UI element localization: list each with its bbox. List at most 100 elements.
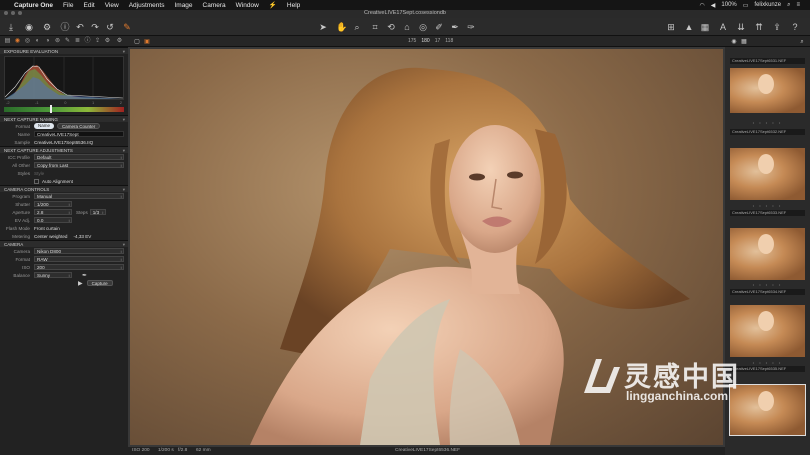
- user-name[interactable]: felixkunze: [754, 2, 781, 8]
- tab-batch-icon[interactable]: ⚙: [104, 38, 111, 45]
- next-capture-adjustments-header[interactable]: NEXT CAPTURE ADJUSTMENTS ▾: [0, 146, 128, 153]
- tab-capture-icon[interactable]: ◉: [14, 38, 21, 45]
- live-view-icon[interactable]: ▶: [78, 280, 83, 287]
- shutter-select[interactable]: 1/200: [34, 201, 72, 207]
- undo-icon[interactable]: ↶: [75, 22, 85, 32]
- camera-controls-header[interactable]: CAMERA CONTROLS ▾: [0, 185, 128, 192]
- menu-camera[interactable]: Camera: [203, 2, 226, 9]
- picker-tool-icon[interactable]: ✒: [450, 22, 460, 32]
- exposure-warning-icon[interactable]: ▲: [684, 22, 694, 32]
- tab-settings-icon[interactable]: ⚙: [116, 38, 123, 45]
- menu-app-name[interactable]: Capture One: [14, 2, 53, 9]
- tab-metadata-icon[interactable]: ⓘ: [84, 38, 91, 45]
- tab-local-icon[interactable]: ✎: [64, 38, 71, 45]
- tab-exposure-icon[interactable]: ◑: [44, 38, 51, 45]
- next-capture-naming-header[interactable]: NEXT CAPTURE NAMING ▾: [0, 115, 128, 122]
- capture-icon[interactable]: ◉: [24, 22, 34, 32]
- exposure-meter: [4, 105, 124, 113]
- menu-view[interactable]: View: [105, 2, 119, 9]
- menu-adjustments[interactable]: Adjustments: [129, 2, 165, 9]
- viewer-mode-icon[interactable]: ▢: [132, 37, 142, 47]
- ev-select[interactable]: 0.0: [34, 217, 72, 223]
- thumbnail[interactable]: • • • • • CreativeLIVE17Sept6533.NEF: [725, 202, 810, 280]
- info-icon[interactable]: ⓘ: [60, 22, 70, 32]
- zoom-tool-icon[interactable]: ⌕: [352, 22, 362, 32]
- menu-help[interactable]: Help: [287, 2, 300, 9]
- browser-search-icon[interactable]: ⌕: [797, 37, 807, 47]
- menu-image[interactable]: Image: [174, 2, 192, 9]
- help-icon[interactable]: ?: [790, 22, 800, 32]
- overlay-icon[interactable]: ▦: [700, 22, 710, 32]
- pan-tool-icon[interactable]: ✋: [336, 22, 347, 32]
- all-other-select[interactable]: Copy from Last: [34, 162, 124, 168]
- rotate-tool-icon[interactable]: ⟲: [386, 22, 396, 32]
- capture-button[interactable]: Capture: [86, 280, 113, 286]
- grid-view-icon[interactable]: ⊞: [666, 22, 676, 32]
- process-icon[interactable]: ⚙: [42, 22, 52, 32]
- rating-stars[interactable]: • • • • •: [725, 282, 810, 287]
- thumbnail-image[interactable]: [730, 68, 805, 113]
- volume-icon[interactable]: ◀: [711, 2, 716, 9]
- browser-view-icon[interactable]: ◉: [729, 37, 739, 47]
- viewer-value-2: 180: [421, 38, 430, 44]
- import-icon[interactable]: ⤓: [6, 22, 16, 32]
- copy-adjust-icon[interactable]: ⇊: [736, 22, 746, 32]
- spot-tool-icon[interactable]: ◎: [418, 22, 428, 32]
- spotlight-icon[interactable]: ⌕: [787, 2, 790, 9]
- camera-header[interactable]: CAMERA ▾: [0, 240, 128, 247]
- styles-value[interactable]: Style: [34, 171, 128, 176]
- aperture-select[interactable]: 2.8: [34, 209, 72, 215]
- program-select[interactable]: Manual: [34, 193, 124, 199]
- iso-select[interactable]: 200: [34, 264, 124, 270]
- steps-select[interactable]: 1/3: [89, 209, 106, 215]
- reset-icon[interactable]: ↺: [105, 22, 115, 32]
- color-picker-icon[interactable]: ✑: [466, 22, 476, 32]
- thumbnail-image[interactable]: [730, 305, 805, 357]
- brush-tool-icon[interactable]: ✐: [434, 22, 444, 32]
- notifications-icon[interactable]: ≡: [796, 2, 800, 8]
- edit-selected-icon[interactable]: ✎: [122, 22, 132, 32]
- camera-format-select[interactable]: RAW: [34, 256, 124, 262]
- icc-select[interactable]: Default: [34, 154, 124, 160]
- iso-row: ISO 200: [0, 263, 128, 271]
- thumbnail-image[interactable]: [730, 148, 805, 200]
- thumbnail[interactable]: CreativeLIVE17Sept6531.NEF: [725, 47, 810, 125]
- camera-select[interactable]: Nikon D800: [34, 248, 124, 254]
- menu-edit[interactable]: Edit: [84, 2, 95, 9]
- tab-output-icon[interactable]: ⇪: [94, 38, 101, 45]
- eyedropper-icon[interactable]: ✒: [82, 272, 87, 279]
- iso-label: ISO: [22, 264, 30, 270]
- apply-adjust-icon[interactable]: ⇈: [754, 22, 764, 32]
- flash-value[interactable]: Front curtain: [34, 226, 128, 231]
- tab-color-icon[interactable]: ◐: [34, 38, 41, 45]
- browser-grid-icon[interactable]: ▦: [739, 37, 749, 47]
- tab-library-icon[interactable]: ▤: [4, 38, 11, 45]
- format-counter-token[interactable]: Camera Counter: [57, 123, 101, 129]
- viewer-single-icon[interactable]: ▣: [142, 37, 152, 47]
- tab-adjust-icon[interactable]: ≣: [74, 38, 81, 45]
- rating-stars[interactable]: • • • • •: [725, 203, 810, 208]
- name-field[interactable]: CreativeLIVE17Sept: [34, 131, 124, 137]
- metering-value[interactable]: Center weighted: [34, 234, 67, 239]
- balance-select[interactable]: Sunny: [34, 272, 72, 278]
- tab-lens-icon[interactable]: ◎: [24, 38, 31, 45]
- format-name-token[interactable]: Name: [34, 123, 55, 129]
- wifi-icon[interactable]: ◠: [700, 2, 705, 9]
- auto-alignment-checkbox[interactable]: [34, 178, 39, 184]
- thumbnail[interactable]: • • • • • CreativeLIVE17Sept6532.NEF: [725, 119, 810, 200]
- menu-file[interactable]: File: [63, 2, 73, 9]
- thumbnail-image[interactable]: [730, 228, 805, 280]
- battery-percent[interactable]: 100%: [721, 2, 736, 8]
- scripts-icon[interactable]: ⚡: [269, 1, 277, 9]
- redo-icon[interactable]: ↷: [90, 22, 100, 32]
- rating-stars[interactable]: • • • • •: [725, 120, 810, 125]
- exposure-evaluation-header[interactable]: EXPOSURE EVALUATION ▾: [0, 47, 128, 54]
- pointer-tool-icon[interactable]: ➤: [318, 22, 328, 32]
- keystone-tool-icon[interactable]: ⌂: [402, 22, 412, 32]
- share-icon[interactable]: ⇪: [772, 22, 782, 32]
- menu-window[interactable]: Window: [236, 2, 259, 9]
- crop-tool-icon[interactable]: ⌗: [370, 22, 380, 32]
- thumbnail[interactable]: • • • • • CreativeLIVE17Sept6534.NEF: [725, 281, 810, 359]
- text-annotation-icon[interactable]: A: [718, 22, 728, 32]
- tab-details-icon[interactable]: ⊚: [54, 38, 61, 45]
